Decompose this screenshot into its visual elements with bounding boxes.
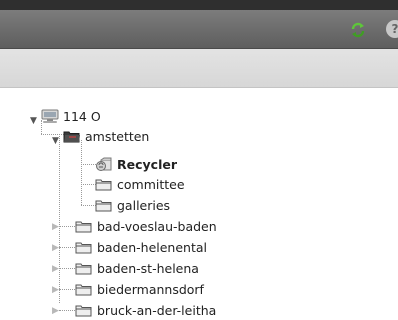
folder-icon — [75, 263, 92, 274]
tree-node-recycler[interactable]: Recycler — [95, 154, 177, 174]
expand-toggle[interactable]: ▶ — [52, 243, 59, 253]
expand-toggle[interactable]: ▶ — [52, 222, 59, 232]
tree-node-label: committee — [117, 176, 185, 192]
recycler-icon — [96, 157, 112, 171]
folder-icon — [95, 200, 112, 211]
tree-node-site[interactable]: amstetten — [63, 126, 149, 146]
tree-node-galleries[interactable]: galleries — [95, 195, 170, 215]
window-top-strip — [0, 0, 398, 10]
tree-node-label: bad-voeslau-baden — [97, 218, 217, 234]
expand-toggle[interactable]: ▶ — [52, 264, 59, 274]
tree-node-label: biedermannsdorf — [97, 281, 204, 297]
tree-node-folder[interactable]: bad-voeslau-baden — [75, 216, 217, 236]
tree-node-folder[interactable]: baden-helenental — [75, 237, 207, 257]
expand-toggle[interactable]: ▼ — [52, 136, 59, 146]
expand-toggle[interactable]: ▼ — [30, 116, 37, 126]
help-icon[interactable]: ? — [386, 20, 398, 38]
folder-icon — [75, 221, 92, 232]
expand-toggle[interactable]: ▶ — [52, 285, 59, 295]
server-icon — [41, 109, 59, 123]
tree-node-folder[interactable]: baden-st-helena — [75, 258, 199, 278]
secondary-toolbar — [0, 49, 398, 88]
tree-node-root[interactable]: 114 O — [41, 106, 101, 126]
folder-icon — [75, 242, 92, 253]
toolbar: ? — [0, 10, 398, 49]
tree-node-label: amstetten — [85, 128, 150, 144]
expand-toggle[interactable]: ▶ — [52, 306, 59, 316]
folder-icon — [75, 305, 92, 316]
tree-node-label: Recycler — [117, 156, 177, 172]
folder-icon — [95, 179, 112, 190]
folder-open-icon — [63, 131, 80, 142]
tree-node-label: baden-st-helena — [97, 260, 199, 276]
tree-node-label: baden-helenental — [97, 239, 207, 255]
tree-node-folder[interactable]: biedermannsdorf — [75, 279, 204, 299]
tree-node-folder[interactable]: bruck-an-der-leitha — [75, 300, 216, 320]
tree-node-committee[interactable]: committee — [95, 174, 185, 194]
folder-icon — [75, 284, 92, 295]
page-tree: ▼ 114 O ▼ amstetten Recycler committee g… — [0, 88, 398, 318]
tree-node-label: 114 O — [63, 108, 101, 124]
tree-node-label: bruck-an-der-leitha — [97, 302, 217, 318]
refresh-icon[interactable] — [349, 21, 367, 39]
tree-node-label: galleries — [117, 197, 171, 213]
